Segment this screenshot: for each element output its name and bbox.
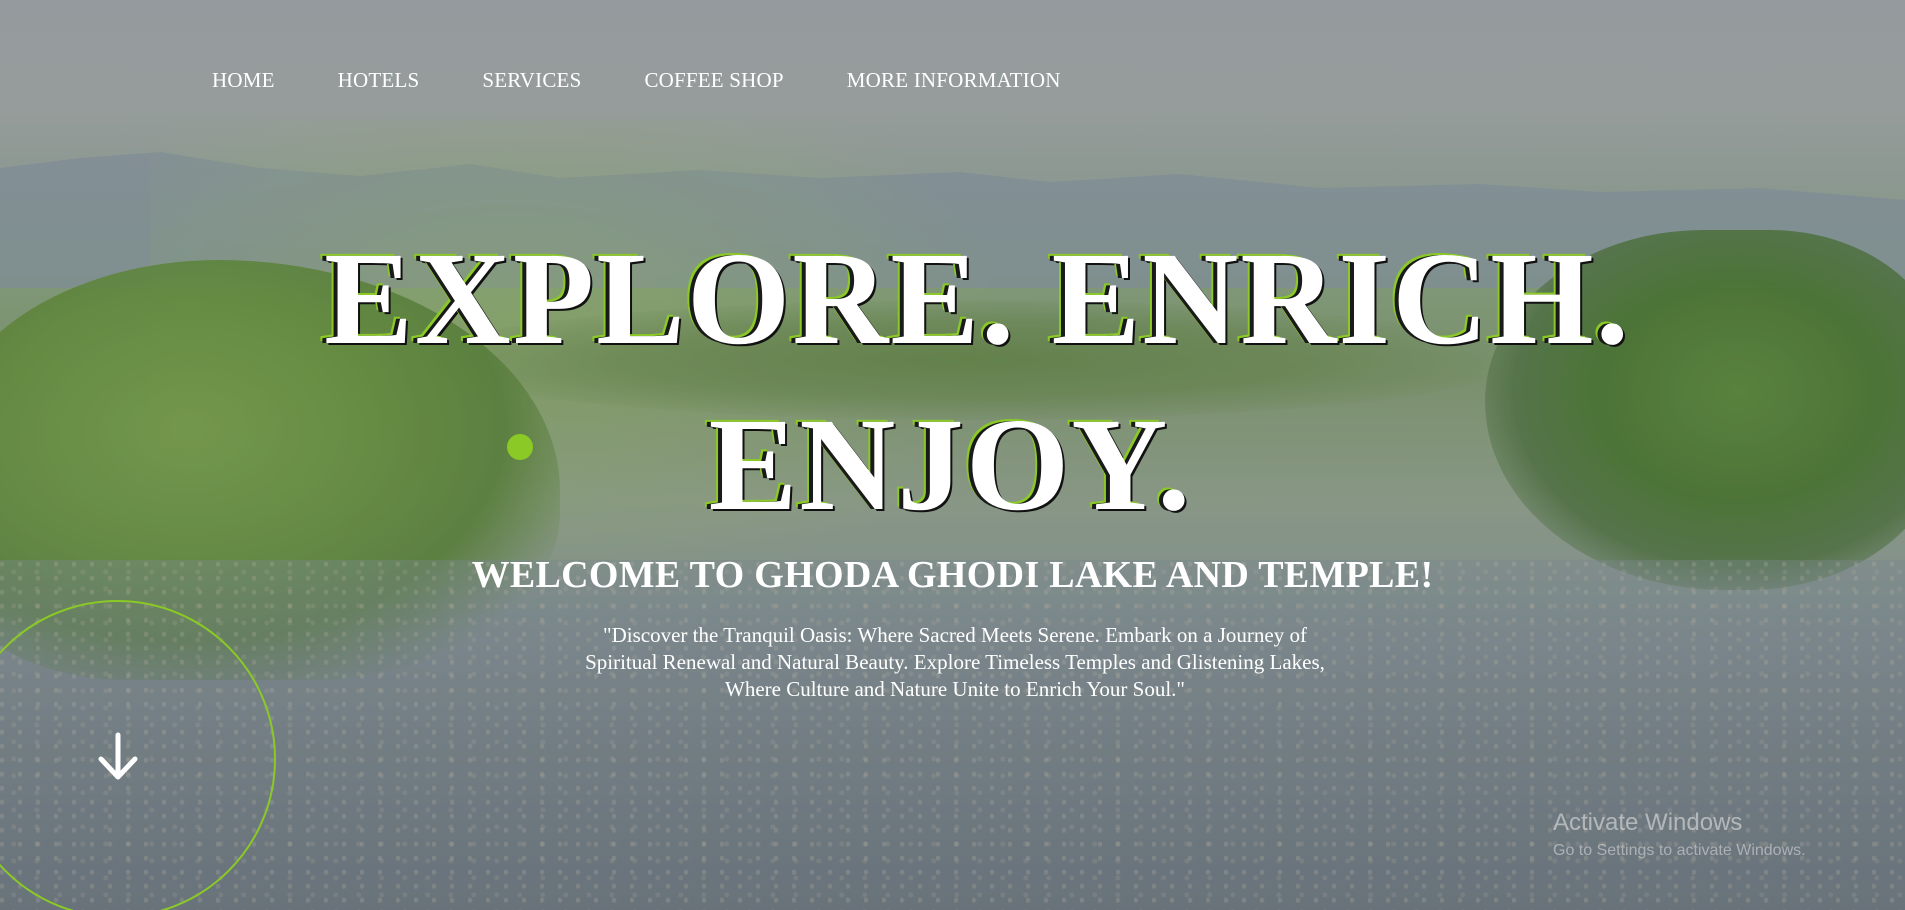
activate-windows-subtitle: Go to Settings to activate Windows. xyxy=(1553,842,1806,859)
hero-headline: EXPLORE. ENRICH. ENJOY. xyxy=(0,215,1905,547)
nav-coffee-shop[interactable]: COFFEE SHOP xyxy=(644,68,783,93)
hero-tagline: "Discover the Tranquil Oasis: Where Sacr… xyxy=(585,623,1325,701)
activate-windows-title: Activate Windows xyxy=(1553,809,1743,836)
arrow-down-icon[interactable] xyxy=(96,732,140,782)
headline-line-2: ENJOY. xyxy=(708,390,1193,538)
hero-section: HOME HOTELS SERVICES COFFEE SHOP MORE IN… xyxy=(0,0,1905,910)
nav-hotels[interactable]: HOTELS xyxy=(338,68,420,93)
nav-home[interactable]: HOME xyxy=(212,68,275,93)
headline-line-1: EXPLORE. ENRICH. xyxy=(324,224,1631,372)
activate-windows-watermark: Activate Windows Go to Settings to activ… xyxy=(1553,808,1806,862)
nav-services[interactable]: SERVICES xyxy=(482,68,581,93)
welcome-heading: WELCOME TO GHODA GHODI LAKE AND TEMPLE! xyxy=(471,554,1434,596)
nav-more-information[interactable]: MORE INFORMATION xyxy=(847,68,1061,93)
main-nav: HOME HOTELS SERVICES COFFEE SHOP MORE IN… xyxy=(212,68,1124,93)
